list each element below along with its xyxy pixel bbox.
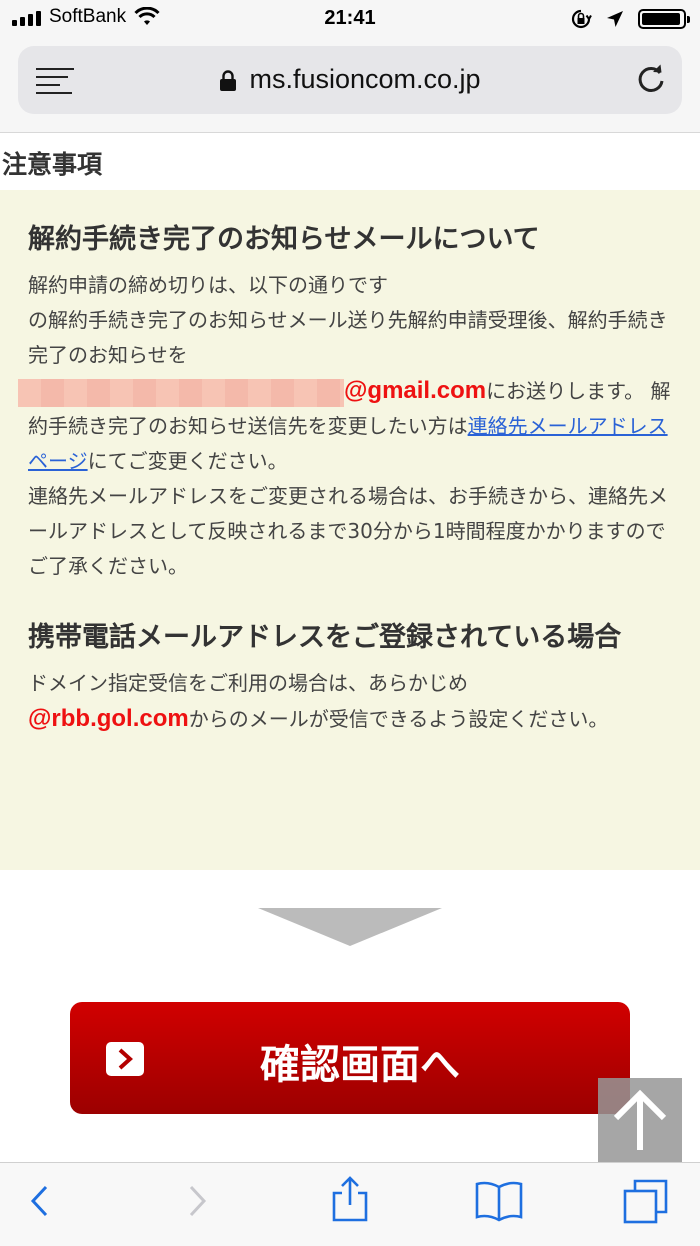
url-display[interactable]: ms.fusioncom.co.jp [18,64,682,95]
status-right [570,8,690,30]
tabs-icon[interactable] [622,1177,670,1225]
status-bar: SoftBank 21:41 [0,0,700,40]
url-text: ms.fusioncom.co.jp [249,64,481,94]
notice-heading-email: 解約手続き完了のお知らせメールについて [28,224,540,255]
bookmarks-icon[interactable] [474,1179,524,1223]
deadline-text: 解約申請の締め切りは、以下の通りです [28,273,388,297]
battery-icon [638,9,690,29]
forward-icon[interactable] [185,1181,209,1221]
notice-paragraph-2: ドメイン指定受信をご利用の場合は、あらかじめ @rbb.gol.comからのメー… [28,666,672,737]
notice-heading-mobile: 携帯電話メールアドレスをご登録されている場合 [28,622,622,653]
orientation-lock-icon [571,9,592,29]
allowed-domain: @rbb.gol.com [28,705,189,732]
address-bar[interactable]: ms.fusioncom.co.jp [18,46,682,114]
browser-toolbar [0,1162,700,1246]
scroll-to-top-button[interactable] [598,1078,682,1164]
arrow-up-icon [613,1089,667,1150]
lock-icon [220,70,237,91]
confirm-button-label: 確認画面へ [260,1042,460,1088]
location-icon [607,11,623,27]
confirm-button[interactable]: 確認画面へ [70,1002,630,1114]
after-domain-text: からのメールが受信できるよう設定ください。 [188,707,609,731]
browser-url-area: ms.fusioncom.co.jp [0,40,700,133]
domain-intro-text: ドメイン指定受信をご利用の場合は、あらかじめ [28,671,468,695]
notice-box: 解約手続き完了のお知らせメールについて 解約申請の締め切りは、以下の通りです の… [0,190,700,870]
reflection-time-text: 連絡先メールアドレスをご変更される場合は、お手続きから、連絡先メールアドレスとし… [28,484,668,578]
share-icon[interactable] [330,1175,370,1223]
email-domain: @gmail.com [344,377,487,404]
section-title: 注意事項 [2,150,103,179]
redacted-email-blur [18,378,344,407]
reload-icon[interactable] [636,63,666,95]
back-icon[interactable] [28,1181,52,1221]
notice-paragraph-1: 解約申請の締め切りは、以下の通りです の解約手続き完了のお知らせメール送り先解約… [18,268,672,584]
after-link-text: にてご変更ください。 [87,449,288,473]
down-arrow-indicator [258,908,442,946]
email-intro-text: の解約手続き完了のお知らせメール送り先解約申請受理後、解約手続き完了のお知らせを [28,308,668,367]
